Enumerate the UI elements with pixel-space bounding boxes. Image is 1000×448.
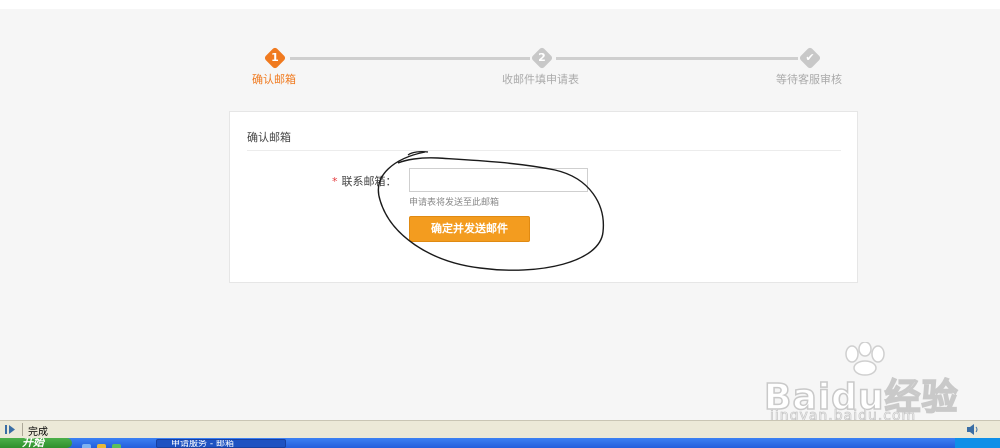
start-button[interactable]: 开始 (0, 438, 72, 448)
checkmark-icon: ✔ (805, 51, 815, 64)
page-done-icon (5, 425, 15, 434)
email-hint: 申请表将发送至此邮箱 (409, 198, 500, 208)
step-connector-2 (556, 57, 798, 60)
status-text: 完成 (28, 427, 48, 438)
step-1-number: 1 (271, 51, 279, 64)
step-1-marker: 1 (263, 46, 287, 70)
progress-stepper: 1 2 ✔ 确认邮箱 收邮件填申请表 等待客服审核 (0, 42, 1000, 92)
step-3-marker: ✔ (798, 46, 822, 70)
step-2-marker: 2 (530, 46, 554, 70)
speaker-icon[interactable] (966, 423, 980, 436)
confirm-send-button[interactable]: 确定并发送邮件 (409, 216, 530, 242)
step-1-label: 确认邮箱 (252, 73, 296, 86)
confirm-email-card: 确认邮箱 * 联系邮箱： 申请表将发送至此邮箱 确定并发送邮件 (229, 111, 858, 283)
page-top-strip (0, 0, 1000, 9)
system-tray (955, 438, 1000, 448)
media-icon[interactable] (112, 444, 121, 448)
required-mark: * (332, 175, 338, 188)
step-connector-1 (290, 57, 530, 60)
step-3-label: 等待客服审核 (776, 73, 842, 86)
status-separator (22, 423, 23, 436)
windows-taskbar: 开始 申请服务 - 邮箱 (0, 438, 1000, 448)
email-input[interactable] (409, 168, 588, 192)
email-field-label: * 联系邮箱： (332, 173, 397, 189)
taskbar-window-button[interactable]: 申请服务 - 邮箱 (156, 439, 286, 448)
card-divider (247, 150, 841, 151)
desktop-icon[interactable] (82, 444, 91, 448)
quick-launch (82, 438, 127, 448)
email-label-text: 联系邮箱： (341, 175, 397, 188)
baidu-jingyan-watermark: Baidu经验 jingyan.baidu.com (760, 340, 960, 430)
ie-icon[interactable] (97, 444, 106, 448)
step-2-label: 收邮件填申请表 (502, 73, 579, 86)
card-title: 确认邮箱 (247, 131, 291, 144)
step-2-number: 2 (538, 51, 546, 64)
browser-statusbar: 完成 (0, 420, 1000, 438)
